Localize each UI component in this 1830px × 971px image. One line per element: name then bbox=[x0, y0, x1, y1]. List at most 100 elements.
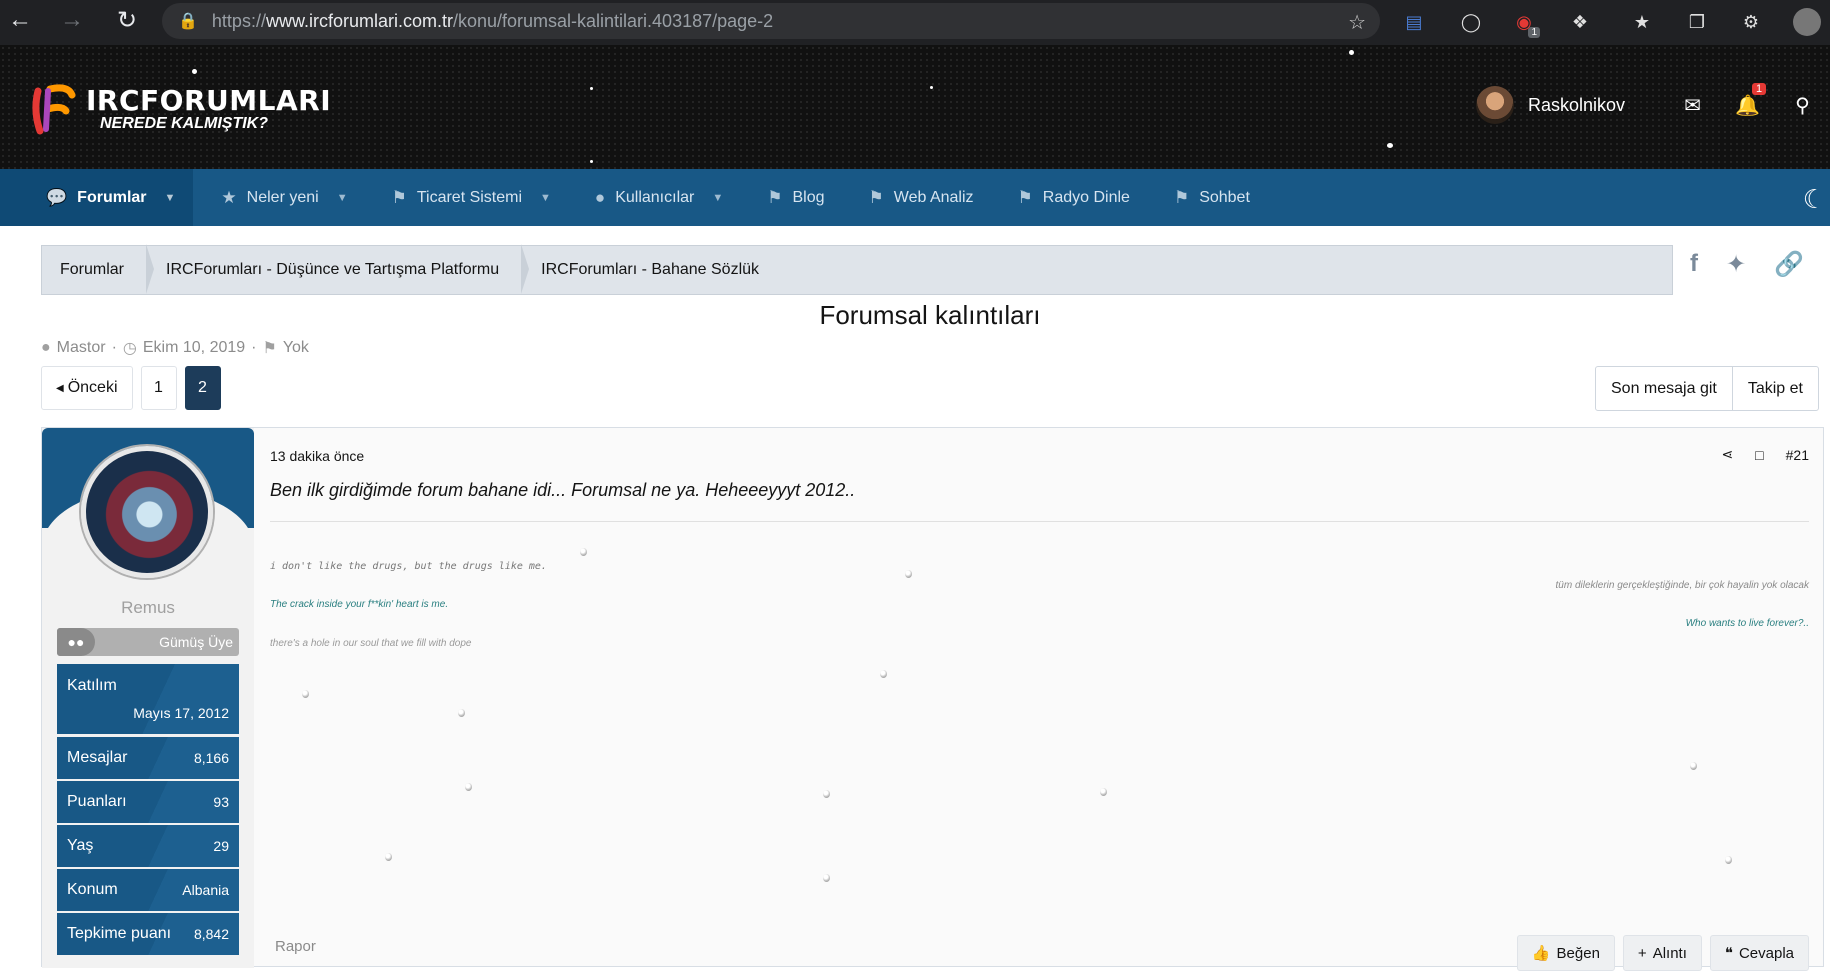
profile-icon[interactable] bbox=[1793, 8, 1821, 36]
nav-forumlar[interactable]: 💬 Forumlar ▼ bbox=[0, 169, 194, 226]
stat-points: Puanları 93 bbox=[57, 781, 239, 823]
stat-messages: Mesajlar 8,166 bbox=[57, 737, 239, 779]
page-button[interactable]: 1 bbox=[140, 366, 177, 410]
tag-icon: ⚑ bbox=[391, 187, 407, 207]
performance-icon[interactable]: ⚙ bbox=[1737, 8, 1765, 36]
site-header: IRCFORUMLARI NEREDE KALMIŞTIK? Raskolnik… bbox=[0, 45, 1830, 169]
main-nav: 💬 Forumlar ▼ ★ Neler yeni ▼ ⚑ Ticaret Sistemi… bbox=[0, 169, 1830, 226]
pagination: ◀ Önceki 1 2 bbox=[41, 366, 221, 410]
chevron-left-icon: ◀ bbox=[56, 382, 64, 394]
stat-location: Konum Albania bbox=[57, 869, 239, 911]
signature-line: tüm dileklerin gerçekleştiğinde, bir çok… bbox=[1555, 580, 1809, 591]
breadcrumb-item[interactable]: IRCForumları - Bahane Sözlük bbox=[523, 245, 783, 295]
chevron-down-icon[interactable]: ▼ bbox=[165, 192, 176, 204]
chevron-down-icon[interactable]: ▼ bbox=[540, 192, 551, 204]
thread-tags: Yok bbox=[282, 339, 309, 356]
poster-name[interactable]: Remus bbox=[42, 598, 254, 618]
quote-icon: ❝ bbox=[1724, 945, 1733, 962]
facebook-icon[interactable]: f bbox=[1690, 250, 1698, 279]
browser-toolbar: ← → ↻ 🔒 https://www.ircforumlari.com.tr/… bbox=[0, 0, 1830, 45]
tag-icon: ⚑ bbox=[1173, 187, 1190, 207]
collections-icon[interactable]: ❐ bbox=[1683, 8, 1711, 36]
forward-icon[interactable]: → bbox=[52, 0, 92, 40]
add-favorite-icon[interactable]: ☆ bbox=[1348, 10, 1366, 35]
signature-line: Who wants to live forever?.. bbox=[1685, 618, 1809, 629]
poster-avatar[interactable] bbox=[81, 446, 213, 578]
rank-badge: ●● Gümüş Üye bbox=[57, 628, 239, 656]
username-link[interactable]: Raskolnikov bbox=[1528, 95, 1625, 116]
search-icon[interactable]: ⚲ bbox=[1775, 93, 1830, 118]
share-icon[interactable]: ⋖ bbox=[1721, 446, 1733, 463]
breadcrumb-item[interactable]: Forumlar bbox=[42, 244, 155, 295]
notification-badge: 1 bbox=[1752, 82, 1767, 95]
thread-author[interactable]: Mastor bbox=[57, 339, 106, 357]
prev-page-button[interactable]: ◀ Önceki bbox=[41, 366, 133, 410]
thread-date[interactable]: Ekim 10, 2019 bbox=[143, 339, 245, 357]
thumbs-up-icon: 👍 bbox=[1531, 945, 1551, 962]
reader-icon[interactable]: ▤ bbox=[1400, 8, 1428, 36]
like-button[interactable]: 👍 Beğen bbox=[1516, 935, 1615, 971]
url-text: https://www.ircforumlari.com.tr/konu/for… bbox=[211, 10, 774, 31]
address-bar[interactable]: 🔒 https://www.ircforumlari.com.tr/konu/f… bbox=[162, 3, 1380, 39]
tags-icon: ⚑ bbox=[262, 340, 277, 357]
nav-blog[interactable]: ⚑ Blog bbox=[745, 169, 846, 226]
reply-button[interactable]: ❝ Cevapla bbox=[1709, 935, 1809, 971]
post-tools: ⋖ □ #21 bbox=[1721, 446, 1809, 463]
envelope-icon[interactable]: ✉ bbox=[1665, 93, 1720, 118]
nav-radyo-dinle[interactable]: ⚑ Radyo Dinle bbox=[996, 169, 1152, 226]
logo-mark-icon bbox=[28, 81, 78, 136]
lock-icon: 🔒 bbox=[178, 13, 198, 30]
nav-kullanicilar[interactable]: ● Kullanıcılar ▼ bbox=[573, 169, 745, 226]
thread-title: Forumsal kalıntıları bbox=[819, 300, 1041, 330]
nav-web-analiz[interactable]: ⚑ Web Analiz bbox=[847, 169, 996, 226]
logo-title: IRCFORUMLARI bbox=[86, 84, 332, 117]
nav-ticaret-sistemi[interactable]: ⚑ Ticaret Sistemi ▼ bbox=[370, 169, 573, 226]
site-logo[interactable]: IRCFORUMLARI NEREDE KALMIŞTIK? bbox=[28, 81, 331, 136]
nav-sohbet[interactable]: ⚑ Sohbet bbox=[1152, 169, 1272, 226]
post-number[interactable]: #21 bbox=[1786, 447, 1809, 463]
user-area: Raskolnikov ✉ 🔔 1 ⚲ bbox=[1475, 82, 1830, 125]
extensions-icon[interactable]: ❖ bbox=[1566, 8, 1594, 36]
user-icon: ● bbox=[41, 339, 51, 356]
users-icon: ●● bbox=[57, 628, 95, 656]
post: Remus ●● Gümüş Üye Katılım Mayıs 17, 2012… bbox=[41, 427, 1824, 971]
stat-join: Katılım Mayıs 17, 2012 bbox=[57, 664, 239, 734]
nav-neler-yeni[interactable]: ★ Neler yeni ▼ bbox=[193, 169, 369, 226]
post-content: 13 dakika önce ⋖ □ #21 Ben ilk girdiğimd… bbox=[270, 428, 1823, 971]
follow-button[interactable]: Takip et bbox=[1731, 367, 1818, 410]
signature-line: there's a hole in our soul that we fill … bbox=[270, 638, 472, 649]
favorites-icon[interactable]: ★ bbox=[1628, 8, 1656, 36]
breadcrumb: Forumlar IRCForumları - Düşünce ve Tartı… bbox=[41, 244, 1673, 295]
thread-meta: ● Mastor · ◷ Ekim 10, 2019 · ⚑ Yok bbox=[41, 339, 309, 357]
bulb-icon[interactable]: ◯ bbox=[1457, 8, 1485, 36]
last-post-button[interactable]: Son mesaja git bbox=[1596, 367, 1732, 410]
moon-icon[interactable]: ☾ bbox=[1803, 184, 1826, 215]
tag-icon: ⚑ bbox=[767, 187, 783, 207]
post-time[interactable]: 13 dakika önce bbox=[270, 448, 364, 464]
chevron-down-icon[interactable]: ▼ bbox=[712, 192, 723, 204]
bookmark-icon[interactable]: □ bbox=[1755, 447, 1763, 463]
chevron-down-icon[interactable]: ▼ bbox=[337, 192, 348, 204]
quote-button[interactable]: + Alıntı bbox=[1622, 935, 1702, 971]
back-icon[interactable]: ← bbox=[0, 0, 40, 40]
share-bar: f ✦ 🔗 bbox=[1690, 250, 1804, 279]
breadcrumb-item[interactable]: IRCForumları - Düşünce ve Tartışma Platf… bbox=[148, 244, 530, 295]
reload-icon[interactable]: ↻ bbox=[107, 0, 147, 40]
logo-subtitle: NEREDE KALMIŞTIK? bbox=[100, 115, 268, 132]
current-page-button[interactable]: 2 bbox=[184, 366, 221, 410]
post-user-panel: Remus ●● Gümüş Üye Katılım Mayıs 17, 2012… bbox=[42, 428, 254, 968]
thread-actions: Son mesaja git Takip et bbox=[1595, 366, 1819, 411]
comments-icon: 💬 bbox=[46, 187, 68, 207]
stat-age: Yaş 29 bbox=[57, 825, 239, 867]
bell-icon[interactable]: 🔔 1 bbox=[1720, 82, 1775, 118]
tag-icon: ⚑ bbox=[868, 187, 884, 207]
user-avatar[interactable] bbox=[1475, 86, 1514, 124]
post-actions: 👍 Beğen + Alıntı ❝ Cevapla bbox=[1516, 935, 1809, 971]
ublock-icon[interactable]: ◉ bbox=[1510, 8, 1540, 38]
link-icon[interactable]: 🔗 bbox=[1774, 250, 1804, 279]
clock-icon: ◷ bbox=[122, 340, 137, 357]
star-icon: ★ bbox=[221, 187, 237, 207]
signature-line: The crack inside your f**kin' heart is m… bbox=[270, 599, 449, 610]
report-link[interactable]: Rapor bbox=[275, 938, 316, 955]
twitter-icon[interactable]: ✦ bbox=[1726, 250, 1746, 279]
